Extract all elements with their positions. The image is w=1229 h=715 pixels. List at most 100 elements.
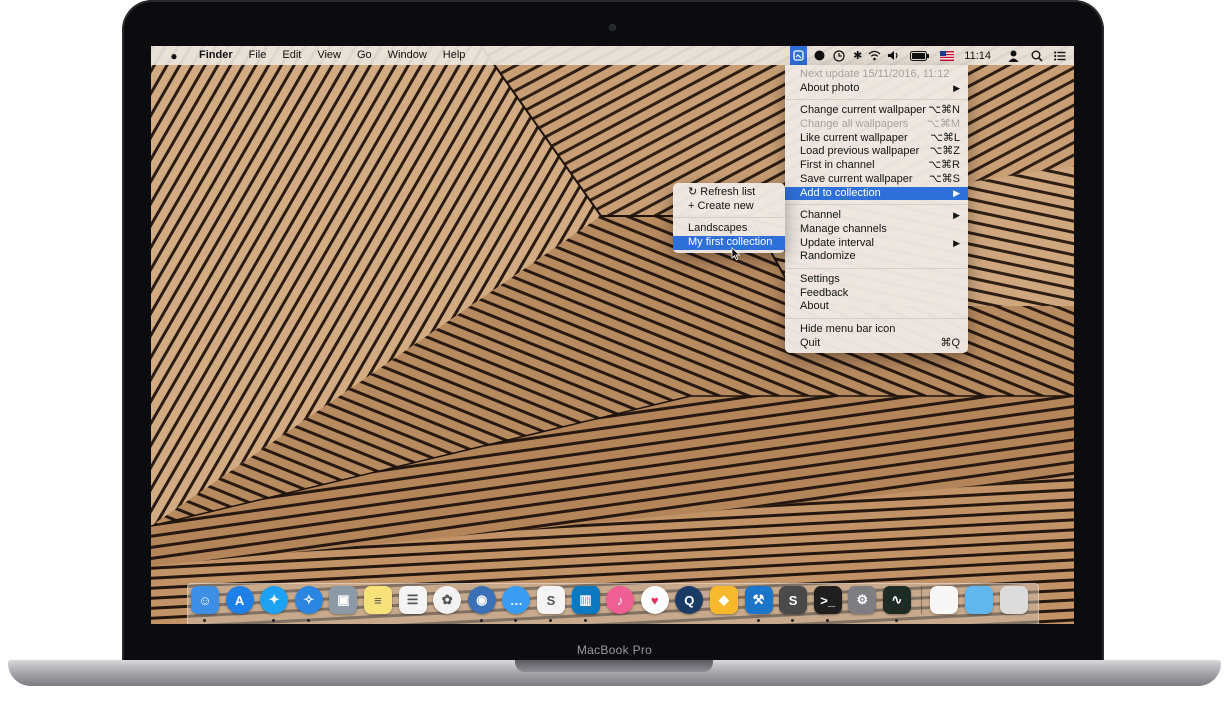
running-indicator <box>825 619 829 622</box>
slack-icon[interactable]: S <box>536 586 565 622</box>
wifi-icon[interactable] <box>868 46 881 65</box>
document-icon[interactable] <box>930 586 959 614</box>
photos-icon[interactable]: ✿ <box>433 586 462 614</box>
battery-icon[interactable] <box>910 46 930 65</box>
item-label: Change all wallpapers <box>800 118 909 131</box>
collection-item-landscapes[interactable]: Landscapes <box>673 222 785 236</box>
finder-icon[interactable]: ☺ <box>191 586 219 622</box>
sublime-text-icon[interactable]: S <box>779 586 808 622</box>
sketch-icon[interactable]: ◆ <box>709 586 738 614</box>
bluetooth-icon[interactable]: ✱ <box>853 46 862 65</box>
menu-separator <box>785 267 968 269</box>
volume-icon[interactable] <box>887 46 900 65</box>
running-indicator <box>583 619 587 622</box>
mouse-cursor-icon <box>731 247 741 261</box>
running-indicator <box>894 619 898 622</box>
menu-clock[interactable]: 11:14 <box>964 46 991 65</box>
twitter-icon[interactable]: ✦ <box>260 586 289 622</box>
item-label: Add to collection <box>800 186 881 199</box>
time-machine-icon[interactable] <box>832 46 845 65</box>
running-indicator <box>203 619 206 622</box>
folder-icon[interactable] <box>965 586 994 614</box>
tweetbot-icon[interactable]: ◉ <box>467 586 496 622</box>
spotlight-icon[interactable] <box>1030 46 1043 65</box>
menu-edit[interactable]: Edit <box>274 46 309 65</box>
about-photo-label: About photo <box>800 81 860 94</box>
laptop-notch <box>515 660 713 672</box>
randomize-item[interactable]: Randomize <box>785 250 968 264</box>
about-item[interactable]: About <box>785 300 968 314</box>
us-flag-icon[interactable] <box>940 46 955 65</box>
manage-channels-item[interactable]: Manage channels <box>785 223 968 237</box>
change-all-wallpapers-item: Change all wallpapers ⌥⌘M <box>785 118 968 132</box>
submenu-arrow-icon: ▶ <box>953 82 960 93</box>
item-shortcut: ⌥⌘R <box>928 159 960 172</box>
collection-item-my-first-collection[interactable]: My first collection <box>673 236 785 250</box>
create-new-item[interactable]: + Create new <box>673 200 785 214</box>
running-indicator <box>756 619 760 622</box>
quicktime-icon[interactable]: Q <box>675 586 704 614</box>
preview-icon[interactable]: ▣ <box>329 586 358 614</box>
dock-divider <box>921 586 923 614</box>
camera <box>609 24 616 31</box>
menu-help[interactable]: Help <box>435 46 474 65</box>
record-icon[interactable] <box>813 46 826 65</box>
settings-item[interactable]: Settings <box>785 273 968 287</box>
menu-view[interactable]: View <box>309 46 349 65</box>
notification-center-icon[interactable] <box>1053 46 1066 65</box>
item-label: Channel <box>800 209 841 222</box>
hide-menu-bar-icon-item[interactable]: Hide menu bar icon <box>785 323 968 337</box>
refresh-icon: ↻ <box>688 186 698 198</box>
trello-icon[interactable]: ▥ <box>571 586 600 622</box>
menu-window[interactable]: Window <box>380 46 435 65</box>
plus-icon: + <box>688 199 695 212</box>
submenu-arrow-icon: ▶ <box>953 187 960 198</box>
menu-separator <box>785 99 968 101</box>
menu-file[interactable]: File <box>241 46 275 65</box>
add-to-collection-item[interactable]: Add to collection ▶ <box>785 186 968 201</box>
menu-app-name[interactable]: Finder <box>191 46 241 65</box>
item-label: Change current wallpaper <box>800 104 926 117</box>
xcode-icon[interactable]: ⚒ <box>744 586 773 622</box>
update-interval-item[interactable]: Update interval ▶ <box>785 237 968 251</box>
item-shortcut: ⌘Q <box>940 336 960 349</box>
menu-separator <box>785 204 968 206</box>
wallpaper-app-menu: Next update 15/11/2016, 11:12 About phot… <box>785 65 968 354</box>
channel-item[interactable]: Channel ▶ <box>785 209 968 223</box>
first-in-channel-item[interactable]: First in channel ⌥⌘R <box>785 159 968 173</box>
menu-separator <box>785 318 968 319</box>
notes-icon[interactable]: ≡ <box>363 586 392 614</box>
user-icon[interactable] <box>1007 46 1020 65</box>
activity-monitor-icon[interactable]: ∿ <box>882 586 911 622</box>
quit-item[interactable]: Quit ⌘Q <box>785 337 968 351</box>
app-store-icon[interactable]: A <box>225 586 254 614</box>
system-preferences-icon[interactable]: ⚙ <box>848 586 877 614</box>
item-shortcut: ⌥⌘S <box>928 172 960 185</box>
load-previous-wallpaper-item[interactable]: Load previous wallpaper ⌥⌘Z <box>785 145 968 159</box>
safari-icon[interactable]: ✧ <box>294 586 323 622</box>
save-current-wallpaper-item[interactable]: Save current wallpaper ⌥⌘S <box>785 173 968 187</box>
add-to-collection-submenu: ↻ Refresh list + Create new Landscapes M… <box>673 183 785 253</box>
item-label: Quit <box>800 336 821 349</box>
running-indicator <box>548 619 552 622</box>
about-photo-item[interactable]: About photo ▶ <box>785 82 968 96</box>
running-indicator <box>306 619 310 622</box>
like-current-wallpaper-item[interactable]: Like current wallpaper ⌥⌘L <box>785 132 968 146</box>
next-update-label: Next update 15/11/2016, 11:12 <box>800 68 950 80</box>
feedback-item[interactable]: Feedback <box>785 287 968 301</box>
health-icon[interactable]: ♥ <box>640 586 669 614</box>
item-label: Save current wallpaper <box>800 172 913 185</box>
trash-icon[interactable] <box>999 586 1028 614</box>
refresh-list-item[interactable]: ↻ Refresh list <box>673 186 785 200</box>
messages-icon[interactable]: … <box>502 586 531 622</box>
terminal-icon[interactable]: >_ <box>813 586 842 622</box>
item-label: Update interval <box>800 236 874 249</box>
wallpaper-app-icon[interactable] <box>790 46 808 65</box>
itunes-icon[interactable]: ♪ <box>606 586 635 614</box>
menu-go[interactable]: Go <box>349 46 380 65</box>
reminders-icon[interactable]: ☰ <box>398 586 427 614</box>
apple-menu-icon[interactable]: ● <box>167 49 181 63</box>
item-shortcut: ⌥⌘Z <box>929 145 960 158</box>
change-current-wallpaper-item[interactable]: Change current wallpaper ⌥⌘N <box>785 104 968 118</box>
item-label: Like current wallpaper <box>800 131 908 144</box>
